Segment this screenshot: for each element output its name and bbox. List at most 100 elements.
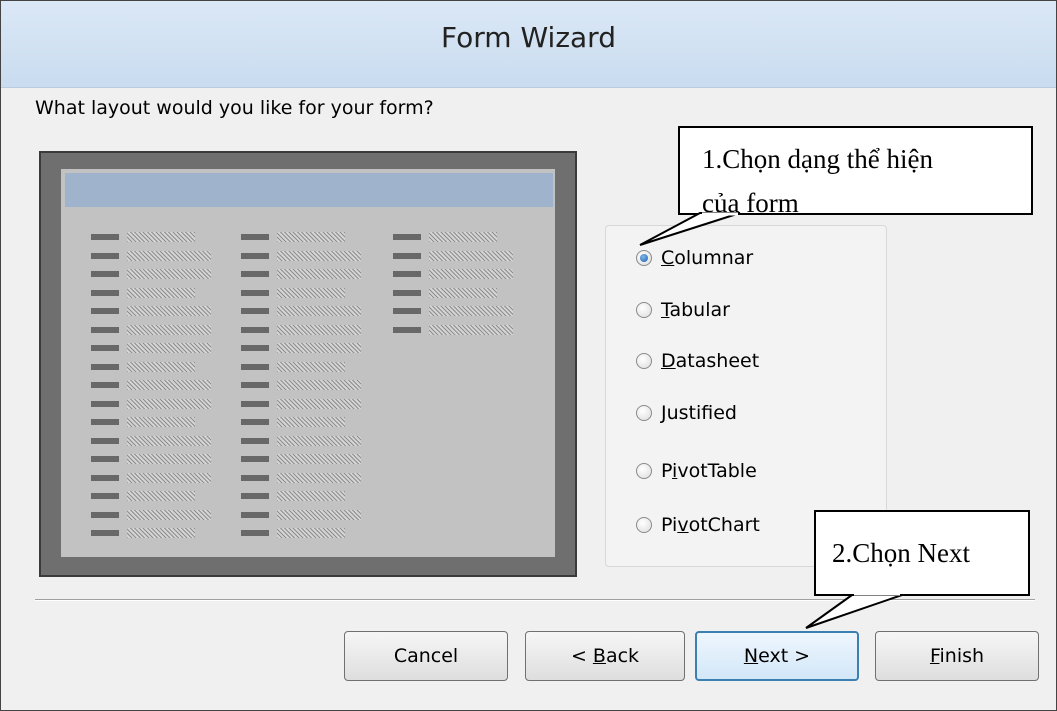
preview-field-label — [241, 419, 269, 425]
preview-field-label — [91, 474, 119, 481]
preview-field-label — [241, 363, 269, 370]
preview-field-label — [91, 400, 119, 407]
cancel-button[interactable]: Cancel — [344, 631, 508, 681]
preview-field-label — [241, 234, 269, 240]
preview-field-value — [277, 380, 361, 390]
preview-field-value — [429, 269, 513, 279]
preview-field-value — [127, 269, 211, 279]
layout-preview-canvas — [61, 169, 555, 557]
radio-pivottable[interactable] — [636, 463, 652, 479]
preview-field-value — [277, 435, 361, 446]
preview-field-value — [127, 435, 211, 446]
preview-field-label — [241, 271, 269, 277]
callout-choose-layout-line2: của form — [702, 188, 799, 215]
preview-field-value — [277, 472, 361, 483]
preview-field-value — [277, 454, 361, 464]
radio-tabular[interactable] — [636, 302, 652, 318]
preview-header-bar — [65, 173, 553, 207]
preview-field-value — [277, 361, 345, 372]
preview-field-value — [277, 250, 361, 261]
preview-field-value — [127, 232, 195, 242]
back-button-label: < Back — [570, 645, 640, 667]
preview-field-value — [277, 306, 361, 316]
option-pivotchart[interactable]: PivotChart — [636, 510, 760, 540]
window-title: Form Wizard — [441, 21, 616, 54]
form-wizard-window: Form Wizard What layout would you like f… — [0, 0, 1057, 711]
option-pivottable[interactable]: PivotTable — [636, 456, 757, 486]
preview-field-value — [127, 509, 211, 520]
option-label: PivotChart — [661, 514, 760, 536]
preview-field-value — [277, 269, 361, 279]
preview-field-label — [91, 511, 119, 518]
preview-field-label — [91, 289, 119, 296]
preview-field-label — [91, 271, 119, 277]
preview-field-value — [429, 324, 513, 335]
preview-field-value — [277, 324, 361, 335]
preview-field-label — [393, 326, 421, 333]
option-tabular[interactable]: Tabular — [636, 295, 730, 325]
option-label: Columnar — [661, 247, 754, 269]
finish-button-label: Finish — [929, 645, 985, 667]
preview-field-label — [241, 493, 269, 499]
preview-field-value — [127, 250, 211, 261]
layout-preview — [39, 151, 577, 577]
preview-field-value — [127, 491, 195, 501]
preview-field-label — [241, 456, 269, 462]
preview-field-label — [91, 252, 119, 259]
preview-field-value — [277, 491, 345, 501]
cancel-button-label: Cancel — [393, 645, 459, 667]
option-label: PivotTable — [661, 460, 757, 482]
next-button[interactable]: Next > — [695, 631, 859, 681]
preview-field-label — [393, 252, 421, 259]
callout-choose-next-text: 2.Chọn Next — [832, 538, 970, 568]
preview-field-value — [429, 287, 497, 298]
preview-field-value — [277, 398, 361, 409]
preview-field-label — [393, 271, 421, 277]
preview-field-value — [277, 232, 345, 242]
preview-field-value — [277, 509, 361, 520]
option-columnar[interactable]: Columnar — [636, 243, 753, 273]
preview-field-value — [127, 417, 195, 427]
option-label: Datasheet — [661, 350, 760, 372]
preview-field-label — [241, 437, 269, 444]
callout-choose-layout-line1: 1.Chọn dạng thể hiện — [702, 144, 933, 174]
preview-field-value — [277, 528, 345, 538]
preview-field-label — [91, 234, 119, 240]
radio-columnar[interactable] — [636, 250, 652, 266]
radio-datasheet[interactable] — [636, 353, 652, 369]
radio-pivotchart[interactable] — [636, 517, 652, 533]
preview-field-label — [91, 419, 119, 425]
preview-field-value — [127, 324, 211, 335]
callout-choose-next: 2.Chọn Next — [814, 510, 1030, 596]
preview-field-value — [127, 380, 211, 390]
layout-question: What layout would you like for your form… — [35, 97, 434, 119]
preview-field-label — [91, 437, 119, 444]
preview-field-label — [241, 400, 269, 407]
preview-field-label — [241, 252, 269, 259]
preview-field-label — [241, 345, 269, 351]
preview-field-label — [91, 326, 119, 333]
next-button-label: Next > — [743, 645, 811, 667]
preview-field-value — [127, 306, 211, 316]
radio-justified[interactable] — [636, 405, 652, 421]
preview-field-label — [241, 474, 269, 481]
preview-field-value — [127, 343, 211, 353]
option-label: Justified — [661, 402, 737, 424]
callout-choose-layout: 1.Chọn dạng thể hiện của form — [678, 126, 1033, 215]
preview-field-value — [127, 287, 195, 298]
option-label: Tabular — [661, 299, 730, 321]
preview-field-value — [277, 287, 345, 298]
option-justified[interactable]: Justified — [636, 398, 737, 428]
preview-field-label — [91, 530, 119, 536]
finish-button[interactable]: Finish — [875, 631, 1039, 681]
preview-field-value — [429, 306, 513, 316]
title-bar: Form Wizard — [1, 1, 1056, 88]
preview-field-value — [127, 454, 211, 464]
preview-field-value — [277, 417, 345, 427]
option-datasheet[interactable]: Datasheet — [636, 346, 759, 376]
back-button[interactable]: < Back — [525, 631, 685, 681]
preview-field-label — [91, 363, 119, 370]
preview-field-value — [429, 250, 513, 261]
preview-field-label — [241, 511, 269, 518]
preview-field-value — [127, 361, 195, 372]
